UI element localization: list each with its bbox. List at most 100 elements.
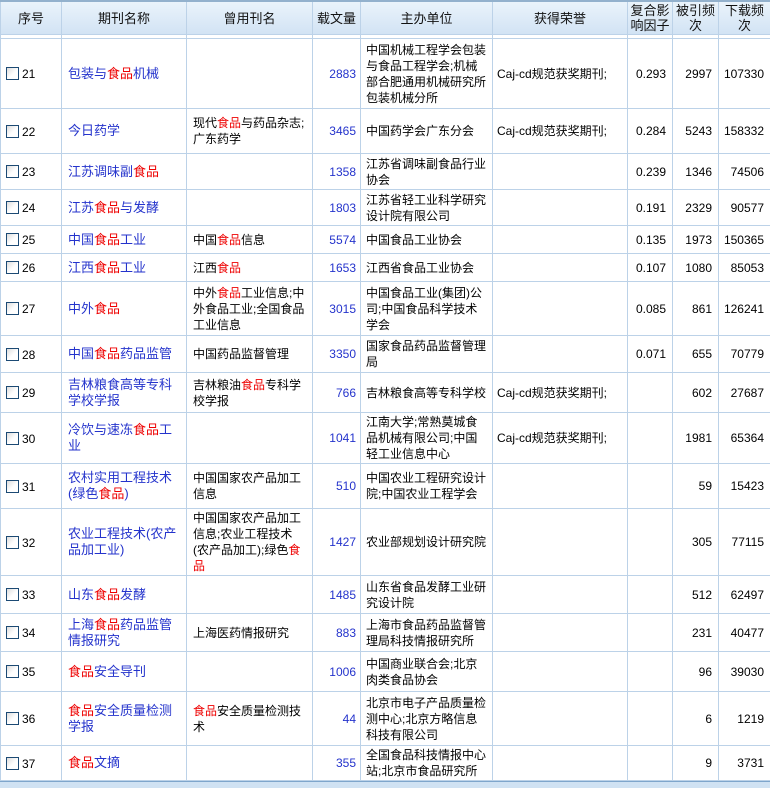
- journal-name-link[interactable]: 山东食品发酵: [68, 587, 146, 602]
- journal-name-link[interactable]: 江西食品工业: [68, 260, 146, 275]
- journal-name-link[interactable]: 包装与食品机械: [68, 66, 159, 81]
- cited-count-cell: 1981: [673, 413, 719, 464]
- table-row: 22今日药学现代食品与药品杂志;广东药学3465中国药学会广东分会Caj-cd规…: [1, 109, 770, 154]
- former-name-cell: 食品安全质量检测技术: [187, 692, 313, 746]
- row-checkbox[interactable]: [6, 712, 19, 725]
- row-checkbox[interactable]: [6, 588, 19, 601]
- articles-count-link[interactable]: 766: [336, 386, 356, 400]
- table-footer-bar: [0, 781, 770, 788]
- row-number: 21: [22, 67, 35, 81]
- row-checkbox[interactable]: [6, 348, 19, 361]
- row-checkbox[interactable]: [6, 261, 19, 274]
- seq-cell: 37: [1, 746, 62, 781]
- row-checkbox[interactable]: [6, 125, 19, 138]
- journal-name-link[interactable]: 食品安全导刊: [68, 664, 146, 679]
- sponsor-cell: 江苏省调味副食品行业协会: [361, 154, 493, 190]
- journal-name-cell: 农业工程技术(农产品加工业): [62, 509, 187, 576]
- row-checkbox[interactable]: [6, 233, 19, 246]
- row-checkbox[interactable]: [6, 536, 19, 549]
- former-name-part: 中国: [193, 233, 217, 247]
- former-name-part-highlight: 食品: [193, 704, 217, 718]
- journal-name-link[interactable]: 江苏调味副食品: [68, 164, 159, 179]
- articles-count-link[interactable]: 3015: [329, 302, 356, 316]
- journal-name-part-highlight: 食品: [133, 164, 159, 179]
- row-checkbox[interactable]: [6, 386, 19, 399]
- journal-name-link[interactable]: 农业工程技术(农产品加工业): [68, 526, 176, 557]
- honor-cell: [493, 190, 628, 226]
- row-checkbox[interactable]: [6, 302, 19, 315]
- column-header-sponsor: 主办单位: [361, 1, 493, 35]
- articles-count-link[interactable]: 1803: [329, 201, 356, 215]
- articles-count-link[interactable]: 510: [336, 479, 356, 493]
- former-name-part: 中外: [193, 286, 217, 300]
- former-name-cell: 中国国家农产品加工信息: [187, 464, 313, 509]
- articles-count-link[interactable]: 355: [336, 756, 356, 770]
- journal-name-link[interactable]: 今日药学: [68, 123, 120, 138]
- journal-name-part: 与发酵: [120, 200, 159, 215]
- articles-count-cell: 1041: [313, 413, 361, 464]
- journal-name-link[interactable]: 农村实用工程技术(绿色食品): [68, 470, 172, 501]
- impact-factor-cell: 0.071: [628, 336, 673, 373]
- journal-name-part: ): [124, 486, 128, 501]
- cited-count-cell: 512: [673, 576, 719, 614]
- articles-count-link[interactable]: 1358: [329, 165, 356, 179]
- cited-count-cell: 2329: [673, 190, 719, 226]
- table-row: 28中国食品药品监管中国药品监督管理3350国家食品药品监督管理局0.07165…: [1, 336, 770, 373]
- articles-count-link[interactable]: 883: [336, 626, 356, 640]
- impact-factor-cell: [628, 576, 673, 614]
- row-checkbox[interactable]: [6, 626, 19, 639]
- articles-count-link[interactable]: 1041: [329, 431, 356, 445]
- journal-name-link[interactable]: 中国食品药品监管: [68, 346, 172, 361]
- honor-cell: [493, 746, 628, 781]
- row-checkbox[interactable]: [6, 665, 19, 678]
- honor-cell: Caj-cd规范获奖期刊;: [493, 39, 628, 109]
- journal-name-link[interactable]: 中外食品: [68, 301, 120, 316]
- journal-name-part: 安全导刊: [94, 664, 146, 679]
- sponsor-cell: 北京市电子产品质量检测中心;北京方略信息科技有限公司: [361, 692, 493, 746]
- sponsor-cell: 中国商业联合会;北京肉类食品协会: [361, 652, 493, 692]
- row-checkbox[interactable]: [6, 757, 19, 770]
- journal-name-link[interactable]: 中国食品工业: [68, 232, 146, 247]
- articles-count-cell: 1803: [313, 190, 361, 226]
- journal-name-link[interactable]: 食品安全质量检测学报: [68, 703, 172, 734]
- cited-count-cell: 602: [673, 373, 719, 413]
- journal-name-part-highlight: 食品: [68, 703, 94, 718]
- articles-count-link[interactable]: 1427: [329, 535, 356, 549]
- impact-factor-cell: 0.085: [628, 282, 673, 336]
- former-name-cell: [187, 413, 313, 464]
- articles-count-link[interactable]: 3350: [329, 347, 356, 361]
- journal-name-cell: 江西食品工业: [62, 254, 187, 282]
- articles-count-link[interactable]: 1006: [329, 665, 356, 679]
- journal-name-link[interactable]: 江苏食品与发酵: [68, 200, 159, 215]
- articles-count-link[interactable]: 44: [343, 712, 356, 726]
- seq-cell: 36: [1, 692, 62, 746]
- former-name-cell: 吉林粮油食品专科学校学报: [187, 373, 313, 413]
- row-checkbox[interactable]: [6, 432, 19, 445]
- articles-count-link[interactable]: 2883: [329, 67, 356, 81]
- table-row: 33山东食品发酵1485山东省食品发酵工业研究设计院51262497: [1, 576, 770, 614]
- impact-factor-cell: [628, 692, 673, 746]
- journal-name-link[interactable]: 冷饮与速冻食品工业: [68, 422, 172, 453]
- journal-name-part: 发酵: [120, 587, 146, 602]
- row-checkbox[interactable]: [6, 67, 19, 80]
- journal-name-cell: 中国食品药品监管: [62, 336, 187, 373]
- articles-count-link[interactable]: 5574: [329, 233, 356, 247]
- journal-name-part: 山东: [68, 587, 94, 602]
- articles-count-link[interactable]: 3465: [329, 124, 356, 138]
- download-count-cell: 1219: [719, 692, 770, 746]
- journal-name-part: 包装与: [68, 66, 107, 81]
- table-row: 36食品安全质量检测学报食品安全质量检测技术 44 北京市电子产品质量检测中心;北京…: [1, 692, 770, 746]
- articles-count-link[interactable]: 1653: [329, 261, 356, 275]
- row-checkbox[interactable]: [6, 480, 19, 493]
- journal-name-part: 机械: [133, 66, 159, 81]
- row-checkbox[interactable]: [6, 201, 19, 214]
- row-checkbox[interactable]: [6, 165, 19, 178]
- articles-count-link[interactable]: 1485: [329, 588, 356, 602]
- journal-name-link[interactable]: 吉林粮食高等专科学校学报: [68, 377, 172, 408]
- row-number: 33: [22, 588, 35, 602]
- table-row: 37食品文摘355全国食品科技情报中心站;北京市食品研究所93731: [1, 746, 770, 781]
- journal-name-part: 药品监管: [120, 346, 172, 361]
- journal-name-link[interactable]: 上海食品药品监管情报研究: [68, 617, 172, 648]
- former-name-part-highlight: 食品: [217, 261, 241, 275]
- former-name-part: 现代: [193, 116, 217, 130]
